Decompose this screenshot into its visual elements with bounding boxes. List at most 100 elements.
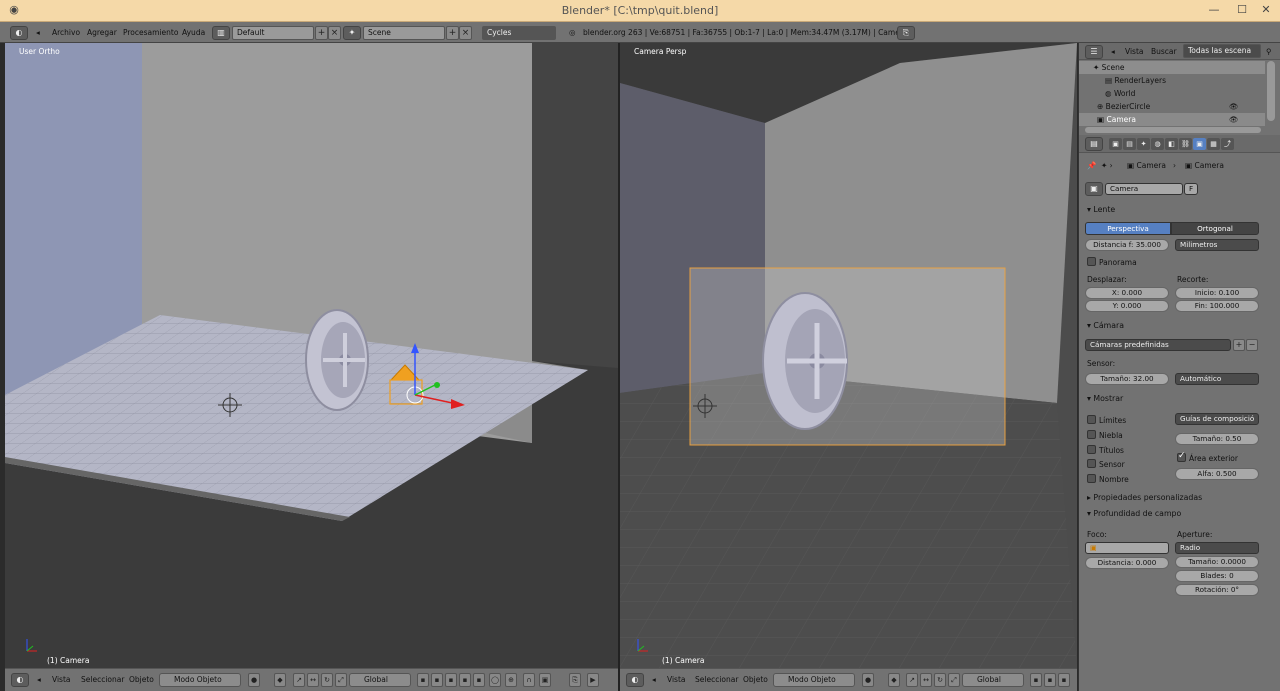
menu-objeto[interactable]: Objeto xyxy=(743,675,768,684)
layer-icon[interactable]: ▪ xyxy=(1044,673,1056,687)
minimize-icon[interactable]: — xyxy=(1204,2,1224,18)
snap-target-icon[interactable]: ▣ xyxy=(539,673,551,687)
menu-vista[interactable]: Vista xyxy=(52,675,71,684)
shading-icon[interactable]: ● xyxy=(862,673,874,687)
panorama-checkbox[interactable] xyxy=(1087,257,1096,266)
menu-archivo[interactable]: Archivo xyxy=(52,26,80,39)
outliner-item-renderlayers[interactable]: ▤ RenderLayers xyxy=(1079,74,1265,87)
perspectiva-toggle[interactable]: Perspectiva xyxy=(1085,222,1171,235)
section-mostrar[interactable]: ▾ Mostrar xyxy=(1087,394,1123,403)
render-tab-icon[interactable]: ▣ xyxy=(1109,138,1122,150)
remove-scene-icon[interactable]: × xyxy=(459,26,472,40)
section-lente[interactable]: ▾ Lente xyxy=(1087,205,1115,214)
close-icon[interactable]: ✕ xyxy=(1256,2,1276,18)
title-checkbox[interactable] xyxy=(1087,445,1096,454)
lens-unit-dropdown[interactable]: Milimetros xyxy=(1175,239,1259,251)
menu-seleccionar[interactable]: Seleccionar xyxy=(695,675,738,684)
object-tab-icon[interactable]: ◧ xyxy=(1165,138,1178,150)
ortogonal-toggle[interactable]: Ortogonal xyxy=(1171,222,1259,235)
passepartout-checkbox[interactable] xyxy=(1177,451,1186,462)
menu-agregar[interactable]: Agregar xyxy=(87,26,117,39)
aperture-size-field[interactable]: Tamaño: 0.0000 xyxy=(1175,556,1259,568)
translate-icon[interactable]: ↔ xyxy=(920,673,932,687)
breadcrumb-data[interactable]: ▣ Camera xyxy=(1185,161,1224,170)
layer-icon[interactable]: ▪ xyxy=(1030,673,1042,687)
pin-icon[interactable]: 📌 xyxy=(1087,161,1096,170)
editor-type-icon[interactable]: ◐ xyxy=(626,673,644,687)
passepartout-alpha-field[interactable]: Alfa: 0.500 xyxy=(1175,468,1259,480)
mist-checkbox[interactable] xyxy=(1087,430,1096,439)
composition-guides-dropdown[interactable]: Guías de composició xyxy=(1175,413,1259,425)
orientation-dropdown[interactable]: Global xyxy=(349,673,411,687)
menu-vista[interactable]: Vista xyxy=(1125,45,1144,58)
screen-layout-icon[interactable]: ▥ xyxy=(212,26,230,40)
editor-type-icon[interactable]: ▤ xyxy=(1085,137,1103,151)
pivot-icon[interactable]: ◆ xyxy=(274,673,286,687)
clip-start-field[interactable]: Inicio: 0.100 xyxy=(1175,287,1259,299)
clip-end-field[interactable]: Fin: 100.000 xyxy=(1175,300,1259,312)
collapse-icon[interactable]: ◂ xyxy=(1111,45,1115,58)
add-layout-icon[interactable]: + xyxy=(315,26,328,40)
layer-icon[interactable]: ▪ xyxy=(417,673,429,687)
breadcrumb-object[interactable]: ▣ Camera xyxy=(1127,161,1166,170)
constraints-tab-icon[interactable]: ⛓ xyxy=(1179,138,1192,150)
add-scene-icon[interactable]: + xyxy=(446,26,459,40)
rotate-icon[interactable]: ↻ xyxy=(934,673,946,687)
aperture-type-dropdown[interactable]: Radio xyxy=(1175,542,1259,554)
section-depth-of-field[interactable]: ▾ Profundidad de campo xyxy=(1087,509,1181,518)
render-preview-icon[interactable]: ⎘ xyxy=(569,673,581,687)
focal-length-field[interactable]: Distancia f: 35.000 xyxy=(1085,239,1169,251)
scene-tab-icon[interactable]: ✦ xyxy=(1137,138,1150,150)
pivot-icon[interactable]: ◆ xyxy=(888,673,900,687)
scene-field[interactable]: Scene xyxy=(363,26,445,40)
manipulator-icon[interactable]: ↗ xyxy=(906,673,918,687)
add-preset-icon[interactable]: + xyxy=(1233,339,1245,351)
sensor-checkbox[interactable] xyxy=(1087,459,1096,468)
shading-icon[interactable]: ● xyxy=(248,673,260,687)
collapse-icon[interactable]: ◂ xyxy=(652,675,656,684)
menu-objeto[interactable]: Objeto xyxy=(129,675,154,684)
outliner-item-world[interactable]: ◍ World xyxy=(1079,87,1265,100)
render-anim-icon[interactable]: ▶ xyxy=(587,673,599,687)
menu-seleccionar[interactable]: Seleccionar xyxy=(81,675,124,684)
section-camara[interactable]: ▾ Cámara xyxy=(1087,321,1124,330)
screen-layout-field[interactable]: Default xyxy=(232,26,314,40)
translate-icon[interactable]: ↔ xyxy=(307,673,319,687)
camera-datablock-field[interactable]: Camera xyxy=(1105,183,1183,195)
render-status-icon[interactable]: ⎘ xyxy=(897,26,915,40)
camera-presets-dropdown[interactable]: Cámaras predefinidas xyxy=(1085,339,1231,351)
manipulator-icon[interactable]: ↗ xyxy=(293,673,305,687)
snap-icon[interactable]: ⊕ xyxy=(505,673,517,687)
fake-user-button[interactable]: F xyxy=(1184,183,1198,195)
aperture-blades-field[interactable]: Blades: 0 xyxy=(1175,570,1259,582)
sensor-fit-dropdown[interactable]: Automático xyxy=(1175,373,1259,385)
world-tab-icon[interactable]: ◍ xyxy=(1151,138,1164,150)
name-checkbox[interactable] xyxy=(1087,474,1096,483)
layer-icon[interactable]: ▪ xyxy=(459,673,471,687)
scale-icon[interactable]: ⤢ xyxy=(948,673,960,687)
camera-data-icon[interactable]: ▣ xyxy=(1085,182,1103,196)
editor-type-icon[interactable]: ◐ xyxy=(11,673,29,687)
magnet-icon[interactable]: ∩ xyxy=(523,673,535,687)
editor-type-icon[interactable]: ☰ xyxy=(1085,45,1103,59)
remove-layout-icon[interactable]: × xyxy=(328,26,341,40)
outliner-scrollbar[interactable] xyxy=(1267,61,1275,121)
sensor-size-field[interactable]: Tamaño: 32.00 xyxy=(1085,373,1169,385)
render-engine-dropdown[interactable]: Cycles xyxy=(482,26,556,40)
collapse-icon[interactable]: ◂ xyxy=(36,26,40,39)
maximize-icon[interactable]: ☐ xyxy=(1232,2,1252,18)
display-size-field[interactable]: Tamaño: 0.50 xyxy=(1175,433,1259,445)
aperture-rotation-field[interactable]: Rotación: 0° xyxy=(1175,584,1259,596)
limits-checkbox[interactable] xyxy=(1087,415,1096,424)
layer-icon[interactable]: ▪ xyxy=(473,673,485,687)
mode-dropdown[interactable]: Modo Objeto xyxy=(773,673,855,687)
collapse-icon[interactable]: ◂ xyxy=(37,675,41,684)
menu-vista[interactable]: Vista xyxy=(667,675,686,684)
outliner-filter-dropdown[interactable]: Todas las escena xyxy=(1183,44,1261,58)
scene-icon[interactable]: ✦ xyxy=(343,26,361,40)
shift-y-field[interactable]: Y: 0.000 xyxy=(1085,300,1169,312)
viewport-camera-persp[interactable]: Camera Persp (1) Camera xyxy=(620,43,1077,668)
search-icon[interactable]: ⚲ xyxy=(1266,45,1272,58)
menu-procesamiento[interactable]: Procesamiento xyxy=(123,26,178,39)
focus-object-field[interactable]: ▣ xyxy=(1085,542,1169,554)
